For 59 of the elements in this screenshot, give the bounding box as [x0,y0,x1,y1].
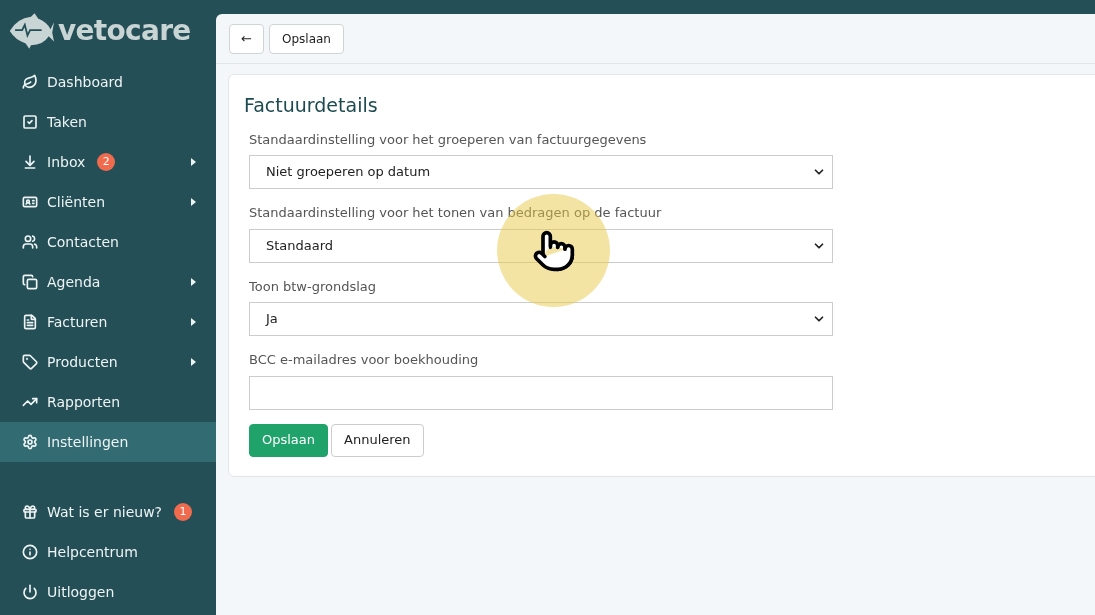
settings-icon [22,434,38,450]
sidebar-label: Wat is er nieuw? [47,502,163,522]
sidebar-item[interactable]: Producten [0,342,216,382]
sidebar-label: Producten [47,352,118,372]
back-button[interactable]: ← [229,23,264,54]
count-badge: 1 [174,503,193,521]
sidebar-label: Uitloggen [47,582,115,602]
info-icon [22,544,38,560]
sidebar-item[interactable]: Dashboard [0,62,216,102]
sidebar-item[interactable]: Facturen [0,302,216,342]
sidebar-item[interactable]: Uitloggen [0,572,216,612]
count-badge: 2 [97,153,116,171]
input-field[interactable] [249,375,833,410]
sidebar-label: Rapporten [47,392,121,412]
logo-text: vetocare [58,13,191,49]
sidebar-label: Cliënten [47,192,106,212]
fish-logo-icon [8,13,54,49]
sidebar-label: Contacten [47,232,119,252]
sidebar-item[interactable]: Wat is er nieuw? 1 [0,492,216,532]
inbox-icon [22,154,38,170]
sidebar-item[interactable]: Inbox 2 [0,142,216,182]
cancel-button[interactable]: Annuleren [331,423,424,457]
sidebar-item[interactable]: Rapporten [0,382,216,422]
field-label: Standaardinstelling voor het tonen van bedragen op de factuur [249,204,663,222]
sidebar-item[interactable]: Agenda [0,262,216,302]
sidebar-label: Taken [47,112,87,132]
select-field[interactable]: Ja [249,302,833,336]
sidebar-item[interactable]: Cliënten [0,182,216,222]
expand-arrow-icon [191,358,196,366]
checkbox-icon [22,114,38,130]
field-label: Toon btw-grondslag [249,277,378,296]
sidebar-label: Inbox [47,152,86,172]
id-card-icon [22,194,38,210]
leaf-icon [22,74,38,90]
sidebar-item[interactable]: Helpcentrum [0,532,216,572]
expand-arrow-icon [191,158,196,166]
save-button[interactable]: Opslaan [269,23,344,54]
sidebar-label: Facturen [47,312,108,332]
pages-icon [22,274,38,290]
sidebar-item[interactable]: Instellingen [0,422,216,462]
sidebar-label: Dashboard [47,72,123,92]
power-icon [22,584,38,600]
section-title: Factuurdetails [244,93,379,118]
field-label: BCC e-mailadres voor boekhouding [249,351,480,369]
select-field[interactable]: Niet groeperen op datum [249,155,833,189]
sidebar-item[interactable]: Taken [0,102,216,142]
hand-pointer-icon [531,228,576,273]
expand-arrow-icon [191,198,196,206]
sidebar-item[interactable]: Contacten [0,222,216,262]
field-label: Standaardinstelling voor het groeperen van factuurgegevens [249,130,648,149]
expand-arrow-icon [191,318,196,326]
tag-icon [22,354,38,370]
document-icon [22,314,38,330]
sidebar-label: Agenda [47,272,101,292]
expand-arrow-icon [191,278,196,286]
people-icon [22,234,38,250]
sidebar-label: Helpcentrum [47,542,138,562]
sidebar-label: Instellingen [47,432,129,452]
gift-icon [22,504,38,520]
